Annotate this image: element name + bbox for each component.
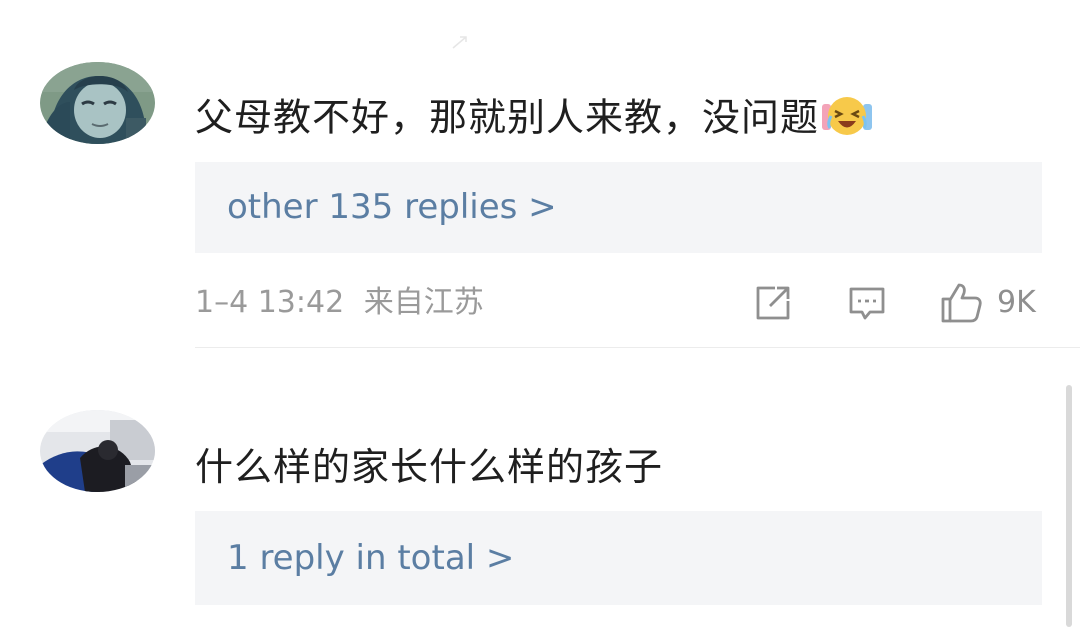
replies-preview-box[interactable]: other 135 replies > <box>195 162 1042 253</box>
view-replies-link[interactable]: other 135 replies > <box>227 190 557 224</box>
like-icon <box>941 283 982 323</box>
scrollbar[interactable] <box>1066 385 1072 627</box>
laugh-crying-emoji-icon <box>822 97 873 135</box>
comment-time: 1–4 13:42 <box>195 285 345 320</box>
comment-body: 什么样的家长什么样的孩子 <box>195 445 664 489</box>
comment-body: 父母教不好，那就别人来教，没问题 <box>195 95 820 140</box>
corpse-bride-avatar-image <box>40 62 155 144</box>
comment-location: 来自江苏 <box>363 285 484 320</box>
share-icon <box>756 286 790 320</box>
comment-item: 父母教不好，那就别人来教，没问题 other 135 replies > 1–4… <box>0 0 1080 348</box>
comment-feed: 父母教不好，那就别人来教，没问题 other 135 replies > 1–4… <box>0 0 1080 627</box>
comment-timestamp: 1–4 13:42 来自江苏 <box>195 288 484 318</box>
comment-button[interactable] <box>847 278 887 328</box>
share-button[interactable] <box>753 278 793 328</box>
comment-text: 父母教不好，那就别人来教，没问题 <box>195 95 873 142</box>
view-replies-link[interactable]: 1 reply in total > <box>227 541 514 575</box>
comment-meta-row: 1–4 13:42 来自江苏 9K <box>195 278 1042 328</box>
user-avatar[interactable] <box>40 410 155 492</box>
comment-item: 什么样的家长什么样的孩子 1 reply in total > <box>0 348 1080 627</box>
comment-text: 什么样的家长什么样的孩子 <box>195 448 663 486</box>
replies-preview-box[interactable]: 1 reply in total > <box>195 511 1042 605</box>
like-count: 9K <box>997 285 1036 320</box>
like-button[interactable]: 9K <box>939 278 1036 328</box>
comment-icon <box>849 287 885 320</box>
car-seat-avatar-image <box>40 410 155 492</box>
user-avatar[interactable] <box>40 62 155 144</box>
